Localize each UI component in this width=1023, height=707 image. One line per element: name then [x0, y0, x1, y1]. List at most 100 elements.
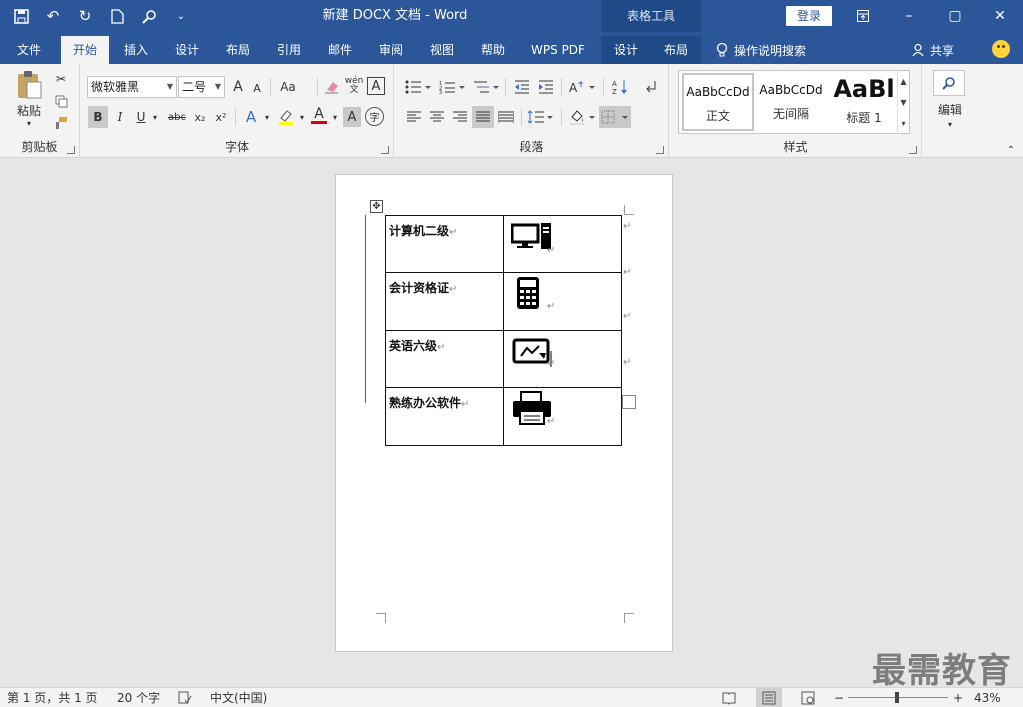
highlight-color-icon[interactable]: [275, 106, 297, 128]
distributed-icon[interactable]: [495, 106, 517, 128]
tab-design[interactable]: 设计: [163, 36, 211, 64]
proofing-icon[interactable]: [178, 688, 192, 707]
zoom-in-button[interactable]: +: [953, 688, 963, 707]
show-formatting-marks-icon[interactable]: [641, 76, 661, 98]
clear-formatting-icon[interactable]: [321, 76, 343, 98]
sort-icon[interactable]: AZ: [609, 76, 631, 98]
tab-wps-pdf[interactable]: WPS PDF: [522, 36, 594, 64]
grow-font-button[interactable]: A: [229, 76, 247, 98]
table-cell[interactable]: 英语六级↵: [385, 330, 504, 388]
tab-review[interactable]: 审阅: [367, 36, 415, 64]
collapse-ribbon-icon[interactable]: ⌃: [1004, 144, 1018, 156]
table-cell[interactable]: ↵: [503, 215, 622, 273]
numbering-icon[interactable]: 123: [437, 76, 467, 98]
table-move-handle-icon[interactable]: ✥: [370, 200, 383, 213]
editing-dropdown-icon[interactable]: ▾: [943, 118, 957, 130]
language-indicator[interactable]: 中文(中国): [210, 688, 267, 707]
tab-table-layout[interactable]: 布局: [651, 36, 701, 64]
font-color-button[interactable]: A: [309, 104, 329, 126]
line-spacing-icon[interactable]: [525, 106, 555, 128]
justify-icon[interactable]: [472, 106, 494, 128]
word-count[interactable]: 20 个字: [117, 688, 160, 707]
tab-layout[interactable]: 布局: [214, 36, 262, 64]
font-launcher-icon[interactable]: [381, 146, 389, 154]
font-size-select[interactable]: 二号 ▼: [178, 76, 225, 98]
font-name-select[interactable]: 微软雅黑 ▼: [87, 76, 177, 98]
web-layout-icon[interactable]: [801, 688, 815, 707]
table-resize-handle[interactable]: [622, 395, 636, 409]
table-cell[interactable]: 计算机二级↵: [385, 215, 504, 273]
style-heading-1[interactable]: AaBl 标题 1: [828, 73, 900, 131]
tab-references[interactable]: 引用: [265, 36, 313, 64]
paste-button[interactable]: 粘贴 ▾: [8, 70, 50, 128]
underline-button[interactable]: U: [133, 106, 149, 128]
tell-me-search[interactable]: 操作说明搜索: [716, 36, 806, 64]
increase-indent-icon[interactable]: [535, 76, 557, 98]
zoom-level[interactable]: 43%: [974, 688, 1001, 707]
bullets-icon[interactable]: [403, 76, 433, 98]
document-page[interactable]: ✥ 计算机二级↵ ↵ 会计资格证↵ ↵ 英语六级↵ ↵ 熟练办公软件↵ ↵ ↵ …: [335, 174, 673, 652]
styles-launcher-icon[interactable]: [909, 146, 917, 154]
shading-icon[interactable]: [567, 106, 597, 128]
page-count[interactable]: 第 1 页，共 1 页: [7, 688, 98, 707]
strikethrough-button[interactable]: abc: [165, 106, 189, 128]
tab-mailings[interactable]: 邮件: [316, 36, 364, 64]
table-cell[interactable]: 会计资格证↵: [385, 272, 504, 331]
paragraph-launcher-icon[interactable]: [656, 146, 664, 154]
align-center-icon[interactable]: [426, 106, 448, 128]
editing-button[interactable]: 编辑: [925, 100, 975, 118]
bold-button[interactable]: B: [88, 106, 108, 128]
login-button[interactable]: 登录: [786, 6, 832, 26]
change-case-button[interactable]: Aa: [275, 76, 301, 98]
gallery-scroll-up-icon[interactable]: ▲: [897, 71, 909, 92]
tab-table-design[interactable]: 设计: [601, 36, 651, 64]
font-color-dropdown-icon[interactable]: ▾: [330, 106, 340, 128]
clipboard-launcher-icon[interactable]: [67, 146, 75, 154]
table-cell[interactable]: ↵: [503, 387, 622, 446]
certificate-table[interactable]: 计算机二级↵ ↵ 会计资格证↵ ↵ 英语六级↵ ↵ 熟练办公软件↵ ↵: [385, 215, 622, 446]
align-left-icon[interactable]: [403, 106, 425, 128]
ribbon-display-options-icon[interactable]: [840, 0, 886, 32]
minimize-button[interactable]: –: [886, 0, 932, 32]
tab-insert[interactable]: 插入: [112, 36, 160, 64]
document-area[interactable]: ✥ 计算机二级↵ ↵ 会计资格证↵ ↵ 英语六级↵ ↵ 熟练办公软件↵ ↵ ↵ …: [0, 159, 1023, 687]
italic-button[interactable]: I: [111, 106, 129, 128]
tab-view[interactable]: 视图: [418, 36, 466, 64]
style-normal[interactable]: AaBbCcDd 正文: [682, 73, 754, 131]
underline-dropdown-icon[interactable]: ▾: [150, 106, 160, 128]
read-mode-icon[interactable]: [722, 688, 736, 707]
gallery-scroll-down-icon[interactable]: ▼: [897, 92, 909, 113]
tab-home[interactable]: 开始: [61, 36, 109, 64]
borders-icon[interactable]: [599, 106, 631, 128]
close-button[interactable]: ✕: [977, 0, 1023, 32]
zoom-out-button[interactable]: −: [834, 688, 844, 707]
character-shading-button[interactable]: A: [343, 107, 361, 127]
feedback-smiley-icon[interactable]: [992, 40, 1010, 58]
share-button[interactable]: 共享: [912, 36, 954, 64]
text-effects-button[interactable]: A: [241, 106, 261, 128]
character-border-button[interactable]: A: [367, 77, 385, 95]
table-cell[interactable]: 熟练办公软件↵: [385, 387, 504, 446]
cut-icon[interactable]: ✂: [52, 70, 70, 88]
text-effects-dropdown-icon[interactable]: ▾: [262, 106, 272, 128]
tab-help[interactable]: 帮助: [469, 36, 517, 64]
table-cell[interactable]: ↵: [503, 330, 622, 388]
shrink-font-button[interactable]: A: [249, 78, 265, 98]
gallery-more-icon[interactable]: ▾: [897, 113, 909, 134]
format-painter-icon[interactable]: [52, 114, 70, 132]
enclose-characters-button[interactable]: 字: [365, 107, 384, 126]
multilevel-list-icon[interactable]: [471, 76, 501, 98]
phonetic-guide-button[interactable]: wén 文: [345, 74, 364, 98]
subscript-button[interactable]: x₂: [191, 106, 209, 128]
decrease-indent-icon[interactable]: [511, 76, 533, 98]
print-layout-icon[interactable]: [756, 688, 782, 707]
align-right-icon[interactable]: [449, 106, 471, 128]
maximize-button[interactable]: ▢: [932, 0, 978, 32]
superscript-button[interactable]: x²: [212, 106, 230, 128]
find-icon[interactable]: [933, 70, 965, 96]
chinese-layout-icon[interactable]: A: [567, 76, 597, 98]
zoom-slider-thumb[interactable]: [895, 692, 899, 703]
highlight-dropdown-icon[interactable]: ▾: [297, 106, 307, 128]
table-cell[interactable]: ↵: [503, 272, 622, 331]
copy-icon[interactable]: [52, 92, 70, 110]
